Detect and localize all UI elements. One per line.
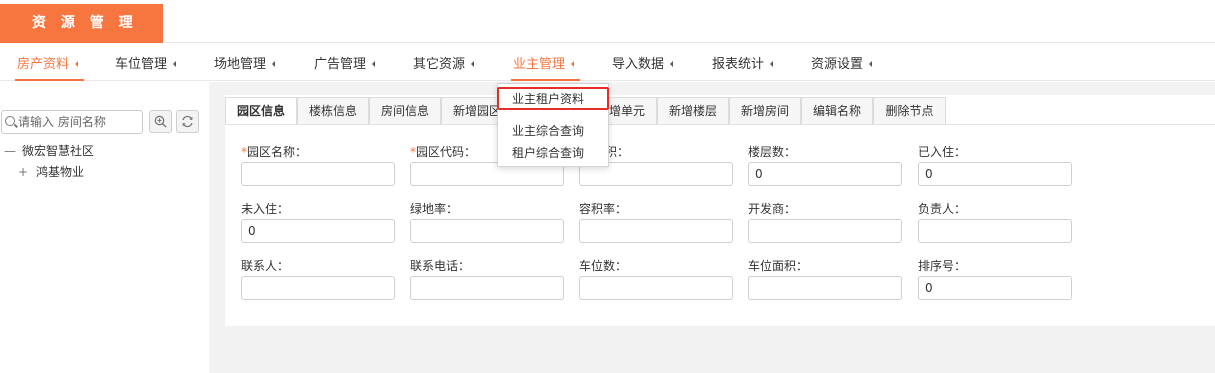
nav-item-owner-management[interactable]: 业主管理 [510, 44, 581, 81]
contact-input[interactable] [241, 276, 395, 300]
sort-order-label: 排序号： [918, 259, 967, 273]
developer-input[interactable] [748, 219, 902, 243]
sidebar: — 微宏智慧社区 + 鸿基物业 [0, 82, 209, 373]
park-name-input[interactable] [241, 162, 395, 186]
nav-item-import-data[interactable]: 导入数据 [612, 44, 674, 81]
app-header: 资 源 管 理 [0, 0, 1215, 43]
vacant-label: 未入住： [241, 202, 290, 216]
tab-add-floor[interactable]: 新增楼层 [657, 97, 729, 125]
tree-node-property[interactable]: + 鸿基物业 [18, 163, 84, 180]
park-code-label: *园区代码： [410, 145, 477, 159]
tree-node-label: 鸿基物业 [36, 165, 85, 179]
occupied-input[interactable] [918, 162, 1072, 186]
caret-left-icon [471, 61, 475, 67]
sort-order-input[interactable] [918, 276, 1072, 300]
nav-item-resource-settings[interactable]: 资源设置 [811, 44, 873, 81]
caret-left-icon [571, 61, 575, 67]
contact-label: 联系人： [241, 259, 290, 273]
nav-item-property-data[interactable]: 房产资料 [14, 44, 85, 81]
room-search-input[interactable] [18, 113, 140, 131]
tab-building-info[interactable]: 楼栋信息 [297, 97, 369, 125]
tab-park-info[interactable]: 园区信息 [225, 97, 297, 125]
green-rate-label: 绿地率： [410, 202, 459, 216]
zoom-search-button[interactable] [149, 110, 172, 133]
app-title: 资 源 管 理 [0, 4, 163, 43]
collapse-icon[interactable]: — [4, 144, 18, 158]
phone-input[interactable] [410, 276, 564, 300]
parking-count-input[interactable] [579, 276, 733, 300]
occupied-label: 已入住： [918, 145, 967, 159]
caret-left-icon [372, 61, 376, 67]
menu-item-owner-query[interactable]: 业主综合查询 [498, 120, 608, 142]
caret-left-icon [869, 61, 873, 67]
nav-item-reports[interactable]: 报表统计 [712, 44, 774, 81]
tab-add-room[interactable]: 新增房间 [729, 97, 801, 125]
plot-ratio-input[interactable] [579, 219, 733, 243]
parking-area-label: 车位面积： [748, 259, 809, 273]
expand-icon[interactable]: + [18, 165, 32, 179]
parking-area-input[interactable] [748, 276, 902, 300]
tree-node-community[interactable]: — 微宏智慧社区 [4, 142, 94, 159]
caret-left-icon [770, 61, 774, 67]
floor-count-input[interactable] [748, 162, 902, 186]
caret-left-icon [173, 61, 177, 67]
developer-label: 开发商： [748, 202, 797, 216]
tab-room-info[interactable]: 房间信息 [369, 97, 441, 125]
zoom-in-icon [154, 115, 167, 128]
menu-item-tenant-query[interactable]: 租户综合查询 [498, 142, 608, 164]
main-nav: 房产资料 车位管理 场地管理 广告管理 其它资源 业主管理 导入数据 报表统计 … [0, 44, 1215, 122]
nav-item-venue[interactable]: 场地管理 [214, 44, 276, 81]
parking-count-label: 车位数： [579, 259, 628, 273]
phone-label: 联系电话： [410, 259, 471, 273]
park-name-label: *园区名称： [241, 145, 308, 159]
room-search-box [1, 110, 143, 134]
caret-left-icon [75, 61, 79, 67]
refresh-icon [182, 115, 193, 128]
tree-node-label: 微宏智慧社区 [22, 144, 95, 158]
manager-input[interactable] [918, 219, 1072, 243]
caret-left-icon [670, 61, 674, 67]
nav-item-ads[interactable]: 广告管理 [314, 44, 376, 81]
caret-left-icon [272, 61, 276, 67]
menu-highlight-box [497, 87, 609, 110]
vacant-input[interactable] [241, 219, 395, 243]
manager-label: 负责人： [918, 202, 967, 216]
tab-divider [225, 124, 1215, 125]
tab-delete-node[interactable]: 删除节点 [873, 97, 946, 125]
nav-item-parking[interactable]: 车位管理 [115, 44, 177, 81]
search-icon [5, 116, 15, 126]
green-rate-input[interactable] [410, 219, 564, 243]
refresh-button[interactable] [176, 110, 199, 133]
nav-item-other-resources[interactable]: 其它资源 [413, 44, 475, 81]
plot-ratio-label: 容积率： [579, 202, 628, 216]
floor-count-label: 楼层数： [748, 145, 797, 159]
tab-edit-name[interactable]: 编辑名称 [801, 97, 873, 125]
